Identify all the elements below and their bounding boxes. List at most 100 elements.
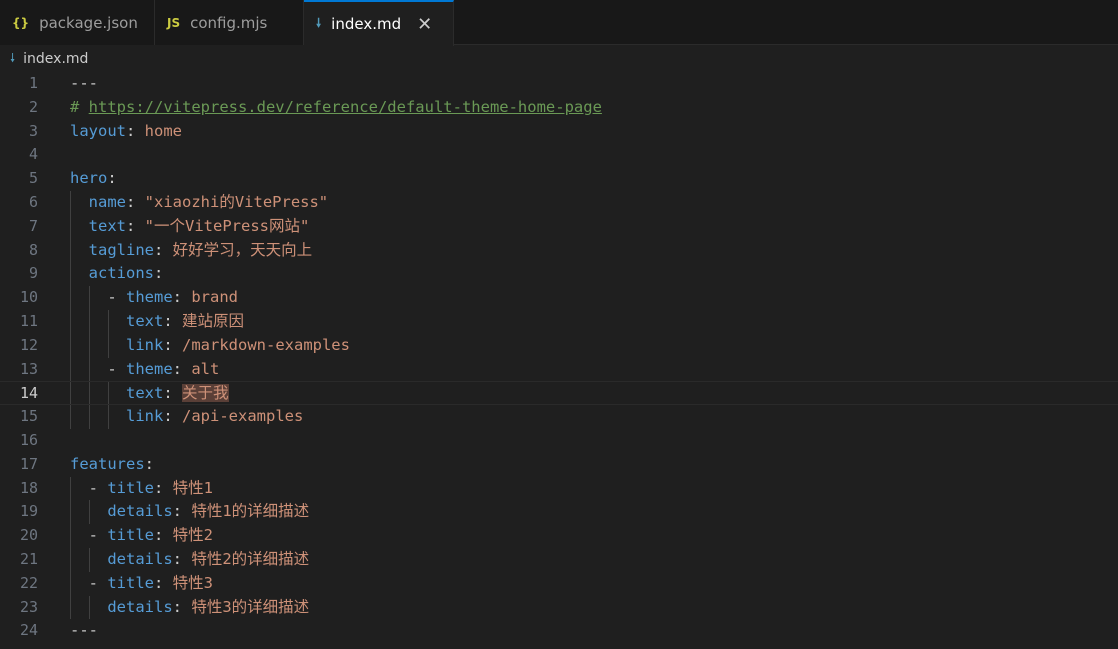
punctuation [70, 193, 89, 211]
json-file-icon: {} [12, 15, 30, 30]
code-line[interactable]: 9 actions: [0, 262, 1118, 287]
code-text: - theme: brand [70, 286, 238, 310]
breadcrumb: 🠗 index.md [0, 46, 1118, 72]
code-text: tagline: 好好学习，天天向上 [70, 239, 313, 263]
line-number: 9 [28, 264, 38, 283]
line-number: 23 [19, 597, 38, 616]
yaml-key: hero [70, 169, 108, 188]
yaml-value: 特性2的详细描述 [191, 549, 310, 568]
code-line[interactable]: 18 - title: 特性1 [0, 476, 1118, 501]
line-number: 12 [19, 335, 38, 354]
punctuation: : [126, 192, 145, 211]
code-line[interactable]: 6 name: "xiaozhi的VitePress" [0, 190, 1118, 215]
yaml-key: details [107, 502, 173, 521]
code-text: - title: 特性3 [70, 572, 213, 596]
punctuation: : [163, 311, 182, 330]
line-number: 1 [28, 74, 38, 92]
code-line[interactable]: 21 details: 特性2的详细描述 [0, 547, 1118, 572]
line-number: 15 [19, 407, 38, 426]
code-line[interactable]: 3 layout: home [0, 120, 1118, 144]
highlighted-value: 关于我 [182, 384, 229, 403]
punctuation [70, 407, 126, 425]
code-line[interactable]: 7 text: "一个VitePress网站" [0, 214, 1118, 239]
punctuation: : [144, 454, 154, 473]
line-number: 3 [28, 121, 38, 140]
code-line[interactable]: 20 - title: 特性2 [0, 524, 1118, 548]
yaml-value: "一个VitePress网站" [144, 216, 310, 235]
line-number: 21 [19, 549, 38, 568]
tab-config-mjs[interactable]: JS config.mjs [155, 0, 304, 45]
punctuation: : [172, 502, 192, 521]
close-icon[interactable]: ✕ [417, 14, 432, 35]
punctuation: : [126, 216, 145, 235]
punctuation: - [70, 288, 126, 307]
punctuation: - [70, 526, 108, 545]
yaml-key: layout [70, 121, 126, 140]
code-editor[interactable]: 1 --- 2 # https://vitepress.dev/reference/d… [0, 72, 1118, 649]
code-text: features: [70, 453, 154, 477]
code-text: name: "xiaozhi的VitePress" [70, 191, 328, 215]
yaml-value: 特性1 [172, 478, 214, 497]
yaml-key: details [107, 597, 173, 616]
line-number: 22 [19, 573, 38, 592]
code-line[interactable]: 14 text: 关于我 [0, 381, 1118, 406]
code-line[interactable]: 16 [0, 429, 1118, 453]
yaml-key: name [88, 192, 126, 211]
punctuation: - [70, 359, 126, 378]
code-line[interactable]: 22 - title: 特性3 [0, 571, 1118, 596]
line-number: 16 [19, 430, 38, 449]
tab-label: package.json [39, 13, 138, 32]
punctuation: - [70, 573, 108, 592]
code-line[interactable]: 11 text: 建站原因 [0, 309, 1118, 334]
code-line[interactable]: 12 link: /markdown-examples [0, 333, 1118, 358]
comment-link[interactable]: https://vitepress.dev/reference/default-… [89, 98, 602, 116]
tab-package-json[interactable]: {} package.json [0, 0, 155, 45]
code-line[interactable]: 17 features: [0, 453, 1118, 477]
yaml-key: theme [126, 288, 173, 307]
line-number: 17 [19, 454, 38, 473]
tab-index-md[interactable]: 🠗 index.md ✕ [304, 0, 454, 46]
code-text: link: /api-examples [70, 405, 303, 429]
punctuation: --- [70, 621, 98, 640]
code-line[interactable]: 13 - theme: alt [0, 357, 1118, 382]
code-line[interactable]: 15 link: /api-examples [0, 405, 1118, 429]
yaml-value: 好好学习，天天向上 [172, 240, 313, 259]
code-line[interactable]: 2 # https://vitepress.dev/reference/defau… [0, 96, 1118, 120]
punctuation [70, 384, 126, 402]
code-line[interactable]: 8 tagline: 好好学习，天天向上 [0, 238, 1118, 263]
punctuation: : [154, 526, 173, 545]
code-line[interactable]: 10 - theme: brand [0, 286, 1118, 310]
code-line[interactable]: 23 details: 特性3的详细描述 [0, 595, 1118, 620]
code-text: text: "一个VitePress网站" [70, 215, 310, 239]
code-text: - title: 特性2 [70, 524, 213, 548]
punctuation [70, 502, 107, 520]
punctuation: : [172, 597, 192, 616]
breadcrumb-file[interactable]: index.md [23, 51, 88, 67]
code-text: details: 特性1的详细描述 [70, 500, 309, 524]
punctuation [70, 550, 107, 568]
line-number: 19 [19, 502, 38, 521]
line-number: 11 [19, 311, 38, 330]
markdown-file-icon: 🠗 [316, 15, 322, 30]
yaml-value: 特性1的详细描述 [191, 502, 310, 521]
code-line[interactable]: 1 --- [0, 72, 1118, 96]
code-line[interactable]: 4 [0, 143, 1118, 167]
code-line[interactable]: 24 --- [0, 619, 1118, 643]
yaml-value: /markdown-examples [182, 335, 350, 354]
yaml-value: /api-examples [182, 407, 304, 426]
code-text: text: 建站原因 [70, 310, 244, 334]
code-text: layout: home [70, 120, 182, 144]
code-text: - theme: alt [70, 358, 219, 382]
code-line[interactable]: 19 details: 特性1的详细描述 [0, 500, 1118, 525]
punctuation: : [154, 478, 173, 497]
punctuation: : [154, 240, 173, 259]
yaml-key: text [126, 384, 164, 403]
tab-label: index.md [331, 15, 402, 33]
punctuation [70, 312, 126, 330]
code-text: - title: 特性1 [70, 477, 213, 501]
punctuation: - [70, 478, 108, 497]
punctuation: : [172, 549, 192, 568]
yaml-key: theme [126, 359, 173, 378]
yaml-key: tagline [88, 240, 154, 259]
code-line[interactable]: 5 hero: [0, 167, 1118, 191]
